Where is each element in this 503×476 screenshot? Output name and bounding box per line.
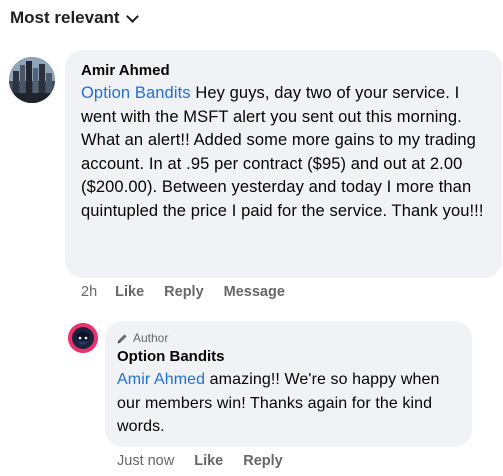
avatar[interactable] bbox=[9, 57, 55, 103]
comment-author[interactable]: Amir Ahmed bbox=[81, 60, 488, 82]
comment-text: Option Bandits Hey guys, day two of your… bbox=[81, 82, 488, 223]
comment-author[interactable]: Option Bandits bbox=[117, 346, 460, 368]
timestamp[interactable]: 2h bbox=[81, 284, 97, 300]
sort-dropdown[interactable]: Most relevant bbox=[10, 8, 139, 28]
comment-actions: Just now Like Reply bbox=[117, 453, 303, 469]
pencil-icon bbox=[117, 333, 127, 343]
like-button[interactable]: Like bbox=[115, 284, 144, 300]
reply-button[interactable]: Reply bbox=[164, 284, 204, 300]
mention-link[interactable]: Amir Ahmed bbox=[117, 371, 205, 388]
comment-bubble: Author Option Bandits Amir Ahmed amazing… bbox=[105, 321, 472, 447]
chevron-down-icon bbox=[125, 9, 139, 23]
avatar-city-image bbox=[9, 57, 55, 103]
reply-button[interactable]: Reply bbox=[243, 453, 283, 469]
bandit-logo-icon bbox=[68, 323, 98, 353]
timestamp[interactable]: Just now bbox=[117, 453, 174, 469]
author-badge: Author bbox=[117, 330, 460, 346]
sort-label: Most relevant bbox=[10, 8, 120, 27]
author-badge-label: Author bbox=[133, 331, 169, 345]
avatar[interactable] bbox=[68, 323, 98, 353]
message-button[interactable]: Message bbox=[224, 284, 285, 300]
mention-link[interactable]: Option Bandits bbox=[81, 84, 191, 102]
comment-bubble: Amir Ahmed Option Bandits Hey guys, day … bbox=[65, 50, 502, 278]
comment-body: Hey guys, day two of your service. I wen… bbox=[81, 84, 484, 220]
comment-text: Amir Ahmed amazing!! We're so happy when… bbox=[117, 368, 460, 439]
like-button[interactable]: Like bbox=[194, 453, 223, 469]
comment-actions: 2h Like Reply Message bbox=[81, 284, 305, 300]
